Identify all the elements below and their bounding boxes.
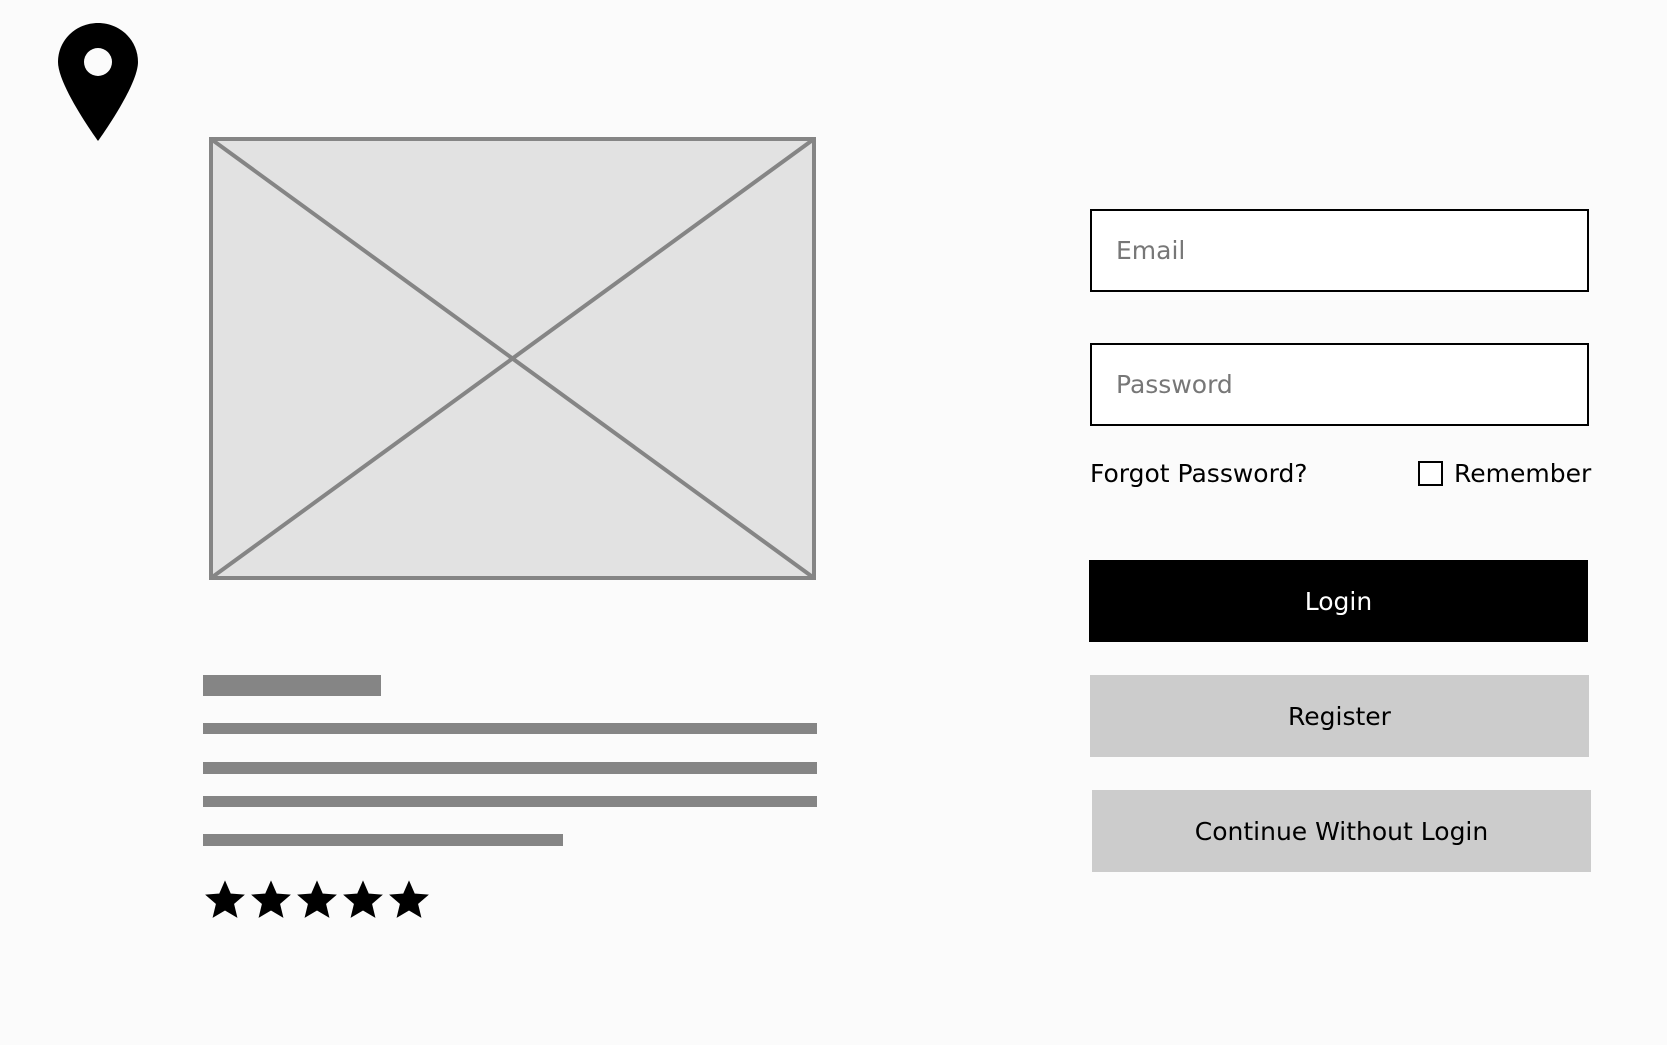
login-button[interactable]: Login xyxy=(1089,560,1588,642)
star-icon xyxy=(343,880,383,918)
remember-label[interactable]: Remember xyxy=(1454,459,1591,488)
register-button[interactable]: Register xyxy=(1090,675,1589,757)
text-placeholder-line xyxy=(203,762,817,774)
text-placeholder-line xyxy=(203,834,563,846)
continue-without-login-button[interactable]: Continue Without Login xyxy=(1092,790,1591,872)
text-placeholder-line xyxy=(203,796,817,807)
image-placeholder xyxy=(209,137,816,580)
text-placeholder-line xyxy=(203,723,817,734)
text-placeholder-title xyxy=(203,675,381,696)
star-icon xyxy=(205,880,245,918)
star-icon xyxy=(389,880,429,918)
forgot-password-link[interactable]: Forgot Password? xyxy=(1090,459,1308,488)
star-icon xyxy=(251,880,291,918)
email-input[interactable] xyxy=(1090,209,1589,292)
password-input[interactable] xyxy=(1090,343,1589,426)
map-pin-icon xyxy=(58,23,138,141)
star-icon xyxy=(297,880,337,918)
star-rating xyxy=(205,880,429,920)
remember-checkbox[interactable] xyxy=(1418,461,1443,486)
